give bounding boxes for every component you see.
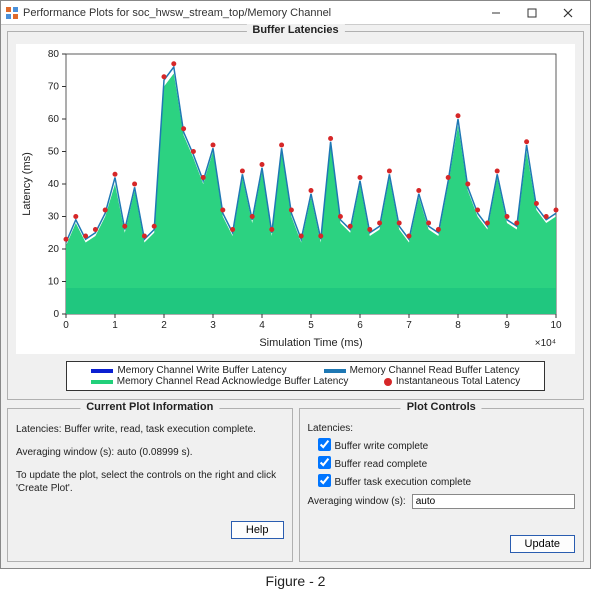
ctrl-panel-title: Plot Controls — [401, 401, 482, 413]
checkbox-label: Buffer task execution complete — [335, 477, 472, 488]
svg-text:70: 70 — [48, 82, 60, 93]
svg-text:3: 3 — [210, 320, 216, 331]
averaging-window-input[interactable] — [412, 494, 575, 509]
minimize-button[interactable] — [478, 2, 514, 24]
legend-label: Instantaneous Total Latency — [396, 376, 520, 387]
current-plot-info-panel: Current Plot Information Latencies: Buff… — [7, 408, 293, 562]
legend-label: Memory Channel Read Acknowledge Buffer L… — [117, 376, 349, 387]
svg-text:60: 60 — [48, 114, 60, 125]
svg-text:4: 4 — [259, 320, 265, 331]
svg-text:0: 0 — [63, 320, 69, 331]
app-icon — [5, 6, 19, 20]
averaging-window-label: Averaging window (s): — [308, 496, 406, 507]
svg-text:8: 8 — [455, 320, 461, 331]
svg-text:Latency (ms): Latency (ms) — [21, 152, 33, 216]
update-button[interactable]: Update — [510, 535, 575, 553]
checkbox-input[interactable] — [318, 456, 331, 469]
checkbox-buffer-task[interactable]: Buffer task execution complete — [318, 472, 576, 488]
info-line: To update the plot, select the controls … — [16, 469, 284, 495]
checkbox-buffer-read[interactable]: Buffer read complete — [318, 454, 576, 470]
info-line: Averaging window (s): auto (0.08999 s). — [16, 446, 284, 459]
legend-item: Memory Channel Write Buffer Latency — [91, 365, 286, 376]
svg-text:×10⁴: ×10⁴ — [535, 338, 556, 349]
plot-controls-panel: Plot Controls Latencies: Buffer write co… — [299, 408, 585, 562]
maximize-button[interactable] — [514, 2, 550, 24]
legend-label: Memory Channel Read Buffer Latency — [350, 365, 520, 376]
svg-text:80: 80 — [48, 49, 60, 60]
svg-text:50: 50 — [48, 147, 60, 158]
window-frame: Performance Plots for soc_hwsw_stream_to… — [0, 0, 591, 569]
svg-text:9: 9 — [504, 320, 510, 331]
svg-text:0: 0 — [53, 309, 59, 320]
info-line: Latencies: Buffer write, read, task exec… — [16, 423, 284, 436]
svg-text:10: 10 — [550, 320, 562, 331]
legend-item: Instantaneous Total Latency — [384, 376, 520, 387]
latencies-group-label: Latencies: — [308, 423, 576, 434]
svg-text:10: 10 — [48, 277, 60, 288]
close-button[interactable] — [550, 2, 586, 24]
chart-legend: Memory Channel Write Buffer Latency Memo… — [66, 361, 545, 391]
checkbox-label: Buffer read complete — [335, 459, 428, 470]
svg-text:40: 40 — [48, 179, 60, 190]
svg-text:Simulation Time (ms): Simulation Time (ms) — [259, 337, 362, 349]
figure-caption: Figure - 2 — [0, 569, 591, 593]
buffer-latencies-panel: Buffer Latencies 01234567891001020304050… — [7, 31, 584, 400]
legend-item: Memory Channel Read Buffer Latency — [324, 365, 520, 376]
svg-text:1: 1 — [112, 320, 118, 331]
info-panel-title: Current Plot Information — [80, 401, 219, 413]
checkbox-input[interactable] — [318, 474, 331, 487]
plot-panel-title: Buffer Latencies — [246, 24, 344, 36]
checkbox-label: Buffer write complete — [335, 441, 429, 452]
help-button[interactable]: Help — [231, 521, 284, 539]
svg-text:5: 5 — [308, 320, 314, 331]
legend-item: Memory Channel Read Acknowledge Buffer L… — [91, 376, 349, 387]
svg-text:30: 30 — [48, 212, 60, 223]
checkbox-buffer-write[interactable]: Buffer write complete — [318, 436, 576, 452]
legend-label: Memory Channel Write Buffer Latency — [117, 365, 286, 376]
checkbox-input[interactable] — [318, 438, 331, 451]
svg-text:6: 6 — [357, 320, 363, 331]
svg-text:20: 20 — [48, 244, 60, 255]
titlebar: Performance Plots for soc_hwsw_stream_to… — [1, 1, 590, 25]
latency-chart: 0 1 2 3 4 5 6 7 8 9 10 0 10 20 30 40 50 60 70 80 Simulation … — [16, 44, 575, 354]
window-title: Performance Plots for soc_hwsw_stream_to… — [23, 7, 478, 19]
svg-text:2: 2 — [161, 320, 167, 331]
svg-text:7: 7 — [406, 320, 412, 331]
